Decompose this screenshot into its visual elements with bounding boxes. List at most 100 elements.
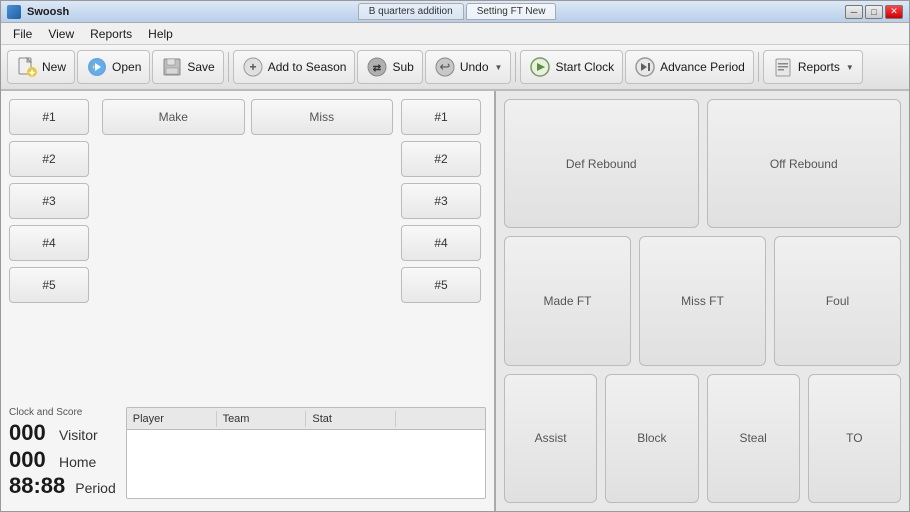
stats-col-player: Player xyxy=(127,411,217,427)
sub-label: Sub xyxy=(392,60,413,74)
action-row-2: Made FT Miss FT Foul xyxy=(504,236,901,365)
svg-text:+: + xyxy=(249,60,256,74)
visitor-team-column: #1 #2 #3 #4 #5 xyxy=(401,99,486,401)
svg-text:↩: ↩ xyxy=(439,59,450,74)
new-icon: ✦ xyxy=(16,56,38,78)
stats-col-team: Team xyxy=(217,411,307,427)
sub-button[interactable]: ⇄ Sub xyxy=(357,50,422,84)
menu-bar: File View Reports Help xyxy=(1,23,909,45)
home-score-row: 000 Home xyxy=(9,447,116,473)
maximize-button[interactable]: □ xyxy=(865,5,883,19)
home-score: 000 xyxy=(9,447,49,473)
make-button[interactable]: Make xyxy=(102,99,245,135)
start-clock-icon xyxy=(529,56,551,78)
open-label: Open xyxy=(112,60,141,74)
assist-button[interactable]: Assist xyxy=(504,374,597,503)
advance-period-icon xyxy=(634,56,656,78)
home-player-2[interactable]: #2 xyxy=(9,141,89,177)
separator-2 xyxy=(515,52,516,82)
undo-button[interactable]: ↩ Undo ▼ xyxy=(425,50,512,84)
stats-col-stat: Stat xyxy=(306,411,396,427)
score-section: Clock and Score 000 Visitor 000 Home 88:… xyxy=(9,407,116,499)
miss-ft-button[interactable]: Miss FT xyxy=(639,236,766,365)
add-to-season-icon: + xyxy=(242,56,264,78)
block-button[interactable]: Block xyxy=(605,374,698,503)
home-team-column: #1 #2 #3 #4 #5 xyxy=(9,99,94,401)
add-to-season-label: Add to Season xyxy=(268,60,347,74)
visitor-player-5[interactable]: #5 xyxy=(401,267,481,303)
menu-reports[interactable]: Reports xyxy=(82,25,140,43)
made-ft-button[interactable]: Made FT xyxy=(504,236,631,365)
title-tabs: B quarters addition Setting FT New xyxy=(358,3,557,20)
off-rebound-button[interactable]: Off Rebound xyxy=(707,99,902,228)
separator-1 xyxy=(228,52,229,82)
menu-view[interactable]: View xyxy=(40,25,82,43)
home-player-4[interactable]: #4 xyxy=(9,225,89,261)
svg-text:✦: ✦ xyxy=(28,68,36,78)
new-button[interactable]: ✦ New xyxy=(7,50,75,84)
title-tab-1[interactable]: B quarters addition xyxy=(358,3,464,20)
steal-button[interactable]: Steal xyxy=(707,374,800,503)
to-button[interactable]: TO xyxy=(808,374,901,503)
close-button[interactable]: ✕ xyxy=(885,5,903,19)
period-label: Period xyxy=(75,480,115,496)
visitor-player-4[interactable]: #4 xyxy=(401,225,481,261)
miss-button[interactable]: Miss xyxy=(251,99,394,135)
clock-score-label: Clock and Score xyxy=(9,407,116,418)
advance-period-label: Advance Period xyxy=(660,60,745,74)
visitor-score-row: 000 Visitor xyxy=(9,420,116,446)
save-icon xyxy=(161,56,183,78)
period-row: 88:88 Period xyxy=(9,473,116,499)
spacer-1 xyxy=(102,141,393,177)
stats-col-extra xyxy=(396,417,485,421)
period-time: 88:88 xyxy=(9,473,65,499)
main-content: #1 #2 #3 #4 #5 Make Miss xyxy=(1,91,909,511)
stats-table-body xyxy=(127,430,485,498)
svg-text:⇄: ⇄ xyxy=(373,63,382,74)
home-player-3[interactable]: #3 xyxy=(9,183,89,219)
left-panel: #1 #2 #3 #4 #5 Make Miss xyxy=(1,91,496,511)
save-button[interactable]: Save xyxy=(152,50,223,84)
menu-help[interactable]: Help xyxy=(140,25,181,43)
reports-dropdown-arrow[interactable]: ▼ xyxy=(846,63,854,72)
visitor-player-2[interactable]: #2 xyxy=(401,141,481,177)
visitor-player-1[interactable]: #1 xyxy=(401,99,481,135)
sub-icon: ⇄ xyxy=(366,56,388,78)
visitor-label: Visitor xyxy=(59,427,98,444)
save-label: Save xyxy=(187,60,214,74)
def-rebound-button[interactable]: Def Rebound xyxy=(504,99,699,228)
action-row-3: Assist Block Steal TO xyxy=(504,374,901,503)
home-player-1[interactable]: #1 xyxy=(9,99,89,135)
undo-dropdown-arrow[interactable]: ▼ xyxy=(495,63,503,72)
add-to-season-button[interactable]: + Add to Season xyxy=(233,50,356,84)
players-area: #1 #2 #3 #4 #5 Make Miss xyxy=(9,99,486,401)
spacer-4 xyxy=(102,267,393,303)
spacer-2 xyxy=(102,183,393,219)
foul-button[interactable]: Foul xyxy=(774,236,901,365)
open-button[interactable]: Open xyxy=(77,50,150,84)
undo-label: Undo xyxy=(460,60,489,74)
title-tab-2[interactable]: Setting FT New xyxy=(466,3,557,20)
app-title: Swoosh xyxy=(27,6,69,18)
right-panel: Def Rebound Off Rebound Made FT Miss FT … xyxy=(496,91,909,511)
separator-3 xyxy=(758,52,759,82)
menu-file[interactable]: File xyxy=(5,25,40,43)
home-player-5[interactable]: #5 xyxy=(9,267,89,303)
stats-table: Player Team Stat xyxy=(126,407,486,499)
clock-score-area: Clock and Score 000 Visitor 000 Home 88:… xyxy=(9,401,486,503)
spacer-3 xyxy=(102,225,393,261)
reports-icon xyxy=(772,56,794,78)
stats-table-header: Player Team Stat xyxy=(127,408,485,430)
visitor-score: 000 xyxy=(9,420,49,446)
new-label: New xyxy=(42,60,66,74)
start-clock-button[interactable]: Start Clock xyxy=(520,50,623,84)
make-miss-column: Make Miss xyxy=(102,99,393,401)
advance-period-button[interactable]: Advance Period xyxy=(625,50,754,84)
reports-button[interactable]: Reports ▼ xyxy=(763,50,863,84)
reports-label: Reports xyxy=(798,60,840,74)
visitor-player-3[interactable]: #3 xyxy=(401,183,481,219)
window-controls: ─ □ ✕ xyxy=(845,5,903,19)
start-clock-label: Start Clock xyxy=(555,60,614,74)
minimize-button[interactable]: ─ xyxy=(845,5,863,19)
title-bar: Swoosh B quarters addition Setting FT Ne… xyxy=(1,1,909,23)
